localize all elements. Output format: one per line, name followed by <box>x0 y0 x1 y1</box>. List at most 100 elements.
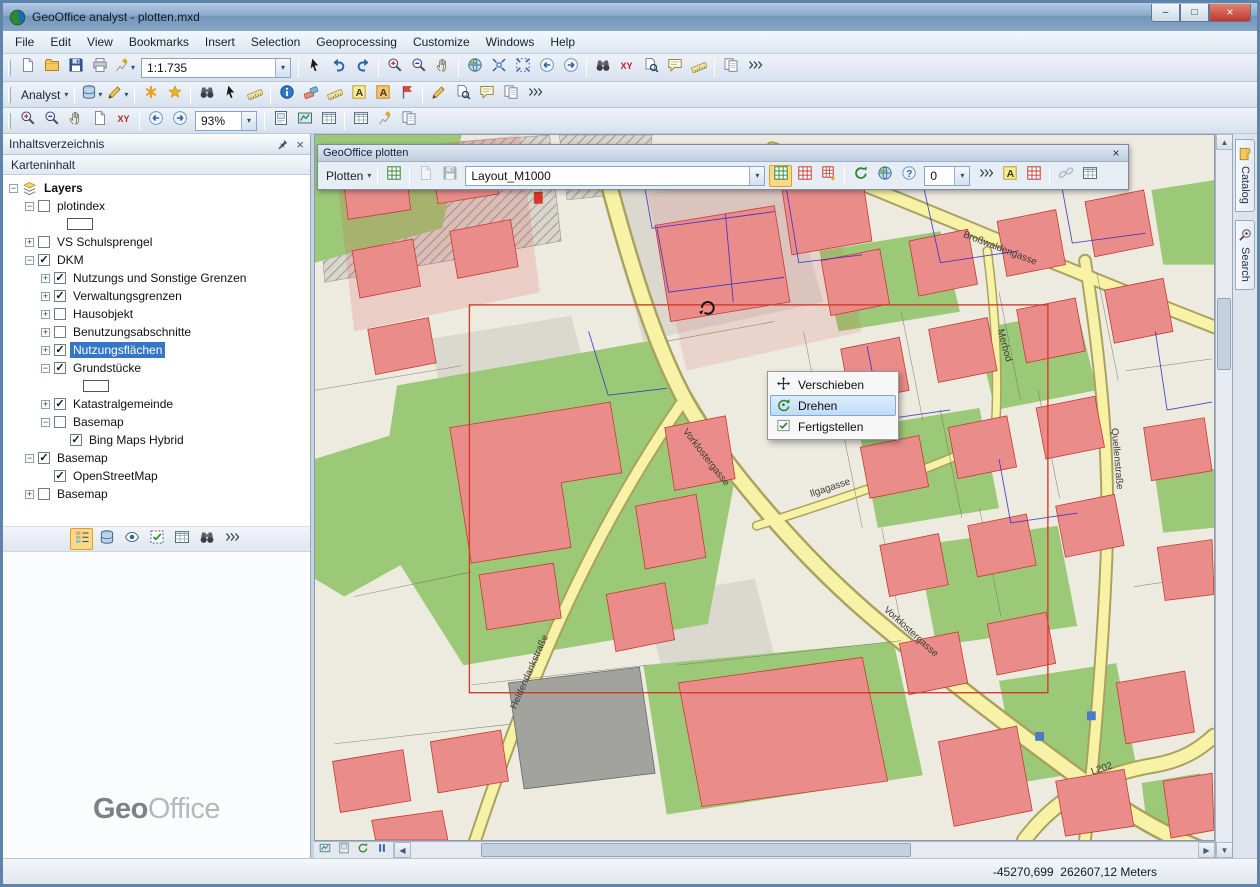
layer-item-benutzungsabschnitte[interactable]: +✓Benutzungsabschnitte <box>3 323 310 341</box>
chevron-down-icon[interactable]: ▾ <box>749 167 764 185</box>
copy-button[interactable] <box>719 57 742 79</box>
collapse-icon[interactable]: − <box>41 364 50 373</box>
toc-close-icon[interactable]: × <box>296 138 304 151</box>
link-plot-button[interactable] <box>1054 165 1077 187</box>
full-extent-button[interactable] <box>463 57 486 79</box>
measure-segment-button[interactable] <box>243 84 266 106</box>
toolbar-grip[interactable] <box>8 87 11 103</box>
zoom-percent-combo[interactable]: 93%▾ <box>195 111 257 131</box>
maximize-button[interactable]: □ <box>1180 4 1209 22</box>
layer-item-grundstücke[interactable]: −✓Grundstücke <box>3 359 310 377</box>
expand-icon[interactable]: + <box>41 328 50 337</box>
layer-label[interactable]: plotindex <box>54 198 108 214</box>
identify-button[interactable] <box>639 57 662 79</box>
layer-visibility-checkbox[interactable]: ✓ <box>38 488 50 500</box>
analyst-menu-button[interactable]: Analyst▾ <box>16 84 70 106</box>
vertical-scrollbar[interactable]: ▲ ▼ <box>1215 134 1232 858</box>
find-button[interactable] <box>591 57 614 79</box>
sketch-button[interactable] <box>427 84 450 106</box>
chevron-down-icon[interactable]: ▾ <box>275 59 290 77</box>
dimension-button[interactable] <box>323 84 346 106</box>
refresh-view-button[interactable] <box>354 843 372 858</box>
data-driven-pages-button[interactable] <box>349 110 372 132</box>
copy-plot-button[interactable] <box>817 165 840 187</box>
collapse-icon[interactable]: − <box>25 202 34 211</box>
layer-visibility-checkbox[interactable]: ✓ <box>54 344 66 356</box>
expand-icon[interactable]: + <box>41 292 50 301</box>
preview-plot-button[interactable] <box>873 165 896 187</box>
vertical-scroll-track[interactable] <box>1216 150 1232 842</box>
layer-item-verwaltungsgrenzen[interactable]: +✓Verwaltungsgrenzen <box>3 287 310 305</box>
layer-item-nutzungs-und-sonstige-grenzen[interactable]: +✓Nutzungs und Sonstige Grenzen <box>3 269 310 287</box>
save-plot-button[interactable] <box>438 165 461 187</box>
layer-label[interactable]: VS Schulsprengel <box>54 234 155 250</box>
focus-data-frame-button[interactable] <box>293 110 316 132</box>
menu-file[interactable]: File <box>7 33 42 51</box>
create-features-button[interactable] <box>163 84 186 106</box>
layout-combo[interactable]: Layout_M1000▾ <box>465 166 765 186</box>
fixed-zoom-out-button[interactable] <box>511 57 534 79</box>
back-extent-button[interactable] <box>144 110 167 132</box>
layer-visibility-checkbox[interactable]: ✓ <box>54 272 66 284</box>
menu-windows[interactable]: Windows <box>478 33 543 51</box>
layout-view-button[interactable] <box>335 843 353 858</box>
fixed-zoom-in-button[interactable] <box>487 57 510 79</box>
layer-label[interactable]: Basemap <box>70 414 127 430</box>
layer-item-basemap[interactable]: −✓Basemap <box>3 449 310 467</box>
go-to-xy-button[interactable]: XY <box>615 57 638 79</box>
edit-plot-button[interactable] <box>793 165 816 187</box>
expand-icon[interactable]: + <box>41 274 50 283</box>
tab-catalog[interactable]: Catalog <box>1235 139 1255 212</box>
list-by-selection-button[interactable] <box>145 528 168 550</box>
toggle-draft-mode-button[interactable] <box>269 110 292 132</box>
data-view-button[interactable] <box>316 843 334 858</box>
layer-item-bing-maps-hybrid[interactable]: ✓Bing Maps Hybrid <box>3 431 310 449</box>
layer-label[interactable]: Katastralgemeinde <box>70 396 176 412</box>
page-setup-button[interactable] <box>373 110 396 132</box>
flag-button[interactable] <box>395 84 418 106</box>
toolbar-grip[interactable] <box>8 60 11 76</box>
undo-button[interactable] <box>327 57 350 79</box>
layer-visibility-checkbox[interactable]: ✓ <box>38 452 50 464</box>
layer-item-hausobjekt[interactable]: +✓Hausobjekt <box>3 305 310 323</box>
layer-label[interactable]: Nutzungsflächen <box>70 342 165 358</box>
rotation-spinner[interactable]: 0▾ <box>924 166 970 186</box>
comment-button[interactable] <box>475 84 498 106</box>
geodatabase-button[interactable]: ▾ <box>79 84 104 106</box>
analyst-find-button[interactable] <box>195 84 218 106</box>
layer-visibility-checkbox[interactable]: ✓ <box>54 308 66 320</box>
redo-button[interactable] <box>351 57 374 79</box>
close-button[interactable]: × <box>1209 4 1251 22</box>
title-bar[interactable]: GeoOffice analyst - plotten.mxd – □ × <box>3 3 1257 31</box>
plotten-menu-button[interactable]: Plotten▾ <box>321 165 373 187</box>
new-map-button[interactable] <box>16 57 39 79</box>
collapse-icon[interactable]: − <box>25 256 34 265</box>
plotten-toolbar-window[interactable]: GeoOffice plotten × Plotten▾Layout_M1000… <box>317 144 1129 190</box>
layer-item-katastralgemeinde[interactable]: +✓Katastralgemeinde <box>3 395 310 413</box>
map-scale-combo[interactable]: 1:1.735▾ <box>141 58 291 78</box>
layer-label[interactable]: Basemap <box>54 450 111 466</box>
layer-label[interactable]: Grundstücke <box>70 360 144 376</box>
zoom-whole-page-button[interactable] <box>88 110 111 132</box>
select-elements-button[interactable] <box>303 57 326 79</box>
toolbar-grip[interactable] <box>8 113 11 129</box>
identify-features-button[interactable] <box>275 84 298 106</box>
horizontal-scrollbar[interactable]: ◀ ▶ <box>394 842 1215 858</box>
change-layout-button[interactable] <box>317 110 340 132</box>
layer-label[interactable]: Verwaltungsgrenzen <box>70 288 185 304</box>
expand-icon[interactable]: + <box>41 400 50 409</box>
copy-features-button[interactable] <box>499 84 522 106</box>
layer-visibility-checkbox[interactable]: ✓ <box>38 200 50 212</box>
menu-customize[interactable]: Customize <box>405 33 478 51</box>
pause-drawing-button[interactable] <box>373 843 391 858</box>
scroll-left-arrow[interactable]: ◀ <box>394 842 411 858</box>
previous-extent-button[interactable] <box>535 57 558 79</box>
html-popup-button[interactable] <box>663 57 686 79</box>
layer-item-nutzungsflächen[interactable]: +✓Nutzungsflächen <box>3 341 310 359</box>
layer-item-basemap[interactable]: −✓Basemap <box>3 413 310 431</box>
collapse-icon[interactable]: − <box>9 184 18 193</box>
list-by-visibility-button[interactable] <box>120 528 143 550</box>
analyst-toolbar-options-button[interactable] <box>523 84 546 106</box>
layer-item-basemap[interactable]: +✓Basemap <box>3 485 310 503</box>
help-button[interactable]: ? <box>897 165 920 187</box>
